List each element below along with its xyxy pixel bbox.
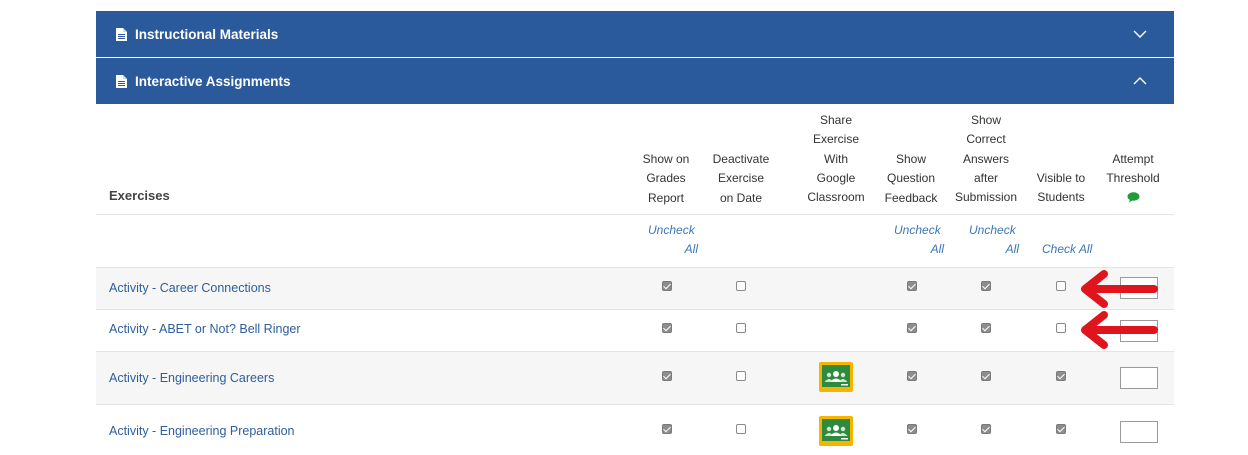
question-feedback-checkbox[interactable] (907, 424, 917, 434)
uncheck-all-question-feedback[interactable]: Uncheck All (894, 221, 944, 259)
chevron-down-icon[interactable] (1132, 26, 1148, 42)
deactivate-checkbox[interactable] (736, 323, 746, 333)
visible-checkbox[interactable] (1056, 281, 1066, 291)
exercise-link[interactable]: Activity - Engineering Preparation (109, 424, 295, 438)
red-arrow-icon (1081, 311, 1158, 349)
header-visible-to-students: Visible to Students (1036, 171, 1086, 205)
correct-answers-checkbox[interactable] (981, 323, 991, 333)
exercise-link[interactable]: Activity - Career Connections (109, 281, 271, 295)
deactivate-checkbox[interactable] (736, 424, 746, 434)
correct-answers-checkbox[interactable] (981, 371, 991, 381)
exercise-link[interactable]: Activity - Engineering Careers (109, 371, 274, 385)
question-feedback-checkbox[interactable] (907, 281, 917, 291)
attempt-threshold-input[interactable] (1120, 367, 1158, 389)
attempt-threshold-input[interactable] (1120, 421, 1158, 443)
visible-checkbox[interactable] (1056, 424, 1066, 434)
red-arrow-icon (1081, 270, 1158, 308)
correct-answers-checkbox[interactable] (981, 424, 991, 434)
question-feedback-checkbox[interactable] (907, 371, 917, 381)
document-icon (116, 74, 127, 88)
deactivate-checkbox[interactable] (736, 371, 746, 381)
uncheck-all-correct-answers[interactable]: Uncheck All (969, 221, 1019, 259)
chevron-up-icon[interactable] (1132, 73, 1148, 89)
header-show-correct-answers: Show Correct Answers after Submission (954, 113, 1018, 205)
visible-checkbox[interactable] (1056, 371, 1066, 381)
correct-answers-checkbox[interactable] (981, 281, 991, 291)
header-attempt-threshold: Attempt Threshold (1101, 150, 1165, 209)
show-grades-checkbox[interactable] (662, 424, 672, 434)
panel-title: Interactive Assignments (135, 73, 291, 89)
show-grades-checkbox[interactable] (662, 281, 672, 291)
show-grades-checkbox[interactable] (662, 371, 672, 381)
check-all-visible[interactable]: Check All (1042, 240, 1092, 259)
table-row: Activity - Career Connections (96, 268, 1174, 309)
google-classroom-icon[interactable] (819, 416, 853, 446)
panel-title: Instructional Materials (135, 26, 279, 42)
table-row: Activity - Engineering Careers (96, 352, 1174, 404)
table-row: Activity - ABET or Not? Bell Ringer (96, 310, 1174, 351)
exercise-link[interactable]: Activity - ABET or Not? Bell Ringer (109, 322, 301, 336)
visible-checkbox[interactable] (1056, 323, 1066, 333)
panel-instructional-materials[interactable]: Instructional Materials (96, 11, 1174, 57)
document-icon (116, 27, 127, 41)
header-show-on-grades-report: Show on Grades Report (642, 152, 690, 205)
header-show-question-feedback: Show Question Feedback (884, 152, 938, 205)
deactivate-checkbox[interactable] (736, 281, 746, 291)
google-classroom-icon[interactable] (819, 362, 853, 392)
comment-icon[interactable] (1127, 191, 1140, 203)
question-feedback-checkbox[interactable] (907, 323, 917, 333)
show-grades-checkbox[interactable] (662, 323, 672, 333)
table-row: Activity - Engineering Preparation (96, 405, 1174, 455)
exercises-header: Exercises (109, 188, 170, 203)
header-share-google-classroom: Share Exercise With Google Classroom (807, 113, 865, 205)
panel-interactive-assignments[interactable]: Interactive Assignments (96, 58, 1174, 104)
header-divider (96, 214, 1174, 215)
header-deactivate-exercise: Deactivate Exercise on Date (712, 152, 770, 205)
uncheck-all-grades-report[interactable]: Uncheck All (648, 221, 698, 259)
